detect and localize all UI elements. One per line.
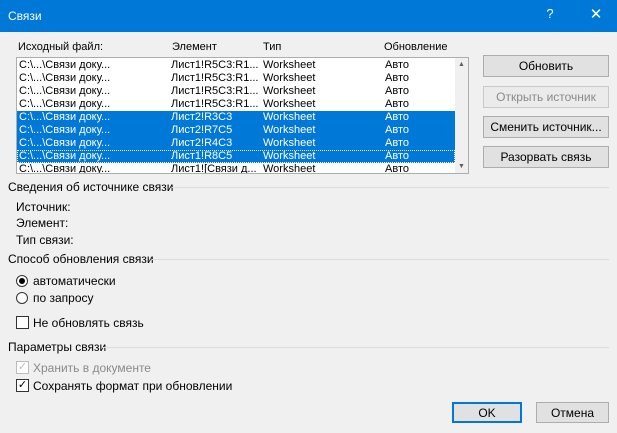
link-params-title: Параметры связи: [8, 340, 107, 354]
file-cell: C:\...\Связи доку...: [19, 163, 111, 174]
change-source-button[interactable]: Сменить источник...: [483, 116, 609, 138]
update-cell: Авто: [385, 150, 409, 162]
no-update-label[interactable]: Не обновлять связь: [33, 316, 144, 330]
type-cell: Worksheet: [263, 124, 316, 136]
update-cell: Авто: [385, 85, 409, 97]
column-header-update[interactable]: Обновление: [384, 41, 448, 53]
file-cell: C:\...\Связи доку...: [19, 111, 111, 123]
table-row[interactable]: C:\...\Связи доку... Лист1!R8C5 Worksheet А…: [17, 150, 455, 163]
column-header-file[interactable]: Исходный файл:: [18, 41, 103, 53]
type-cell: Worksheet: [263, 59, 316, 71]
item-cell: Лист1!R8C5: [171, 150, 233, 162]
radio-selected-dot: [19, 278, 25, 284]
close-icon[interactable]: ✕: [586, 5, 606, 23]
table-row[interactable]: C:\...\Связи доку... Лист2!R3C3 Worksheet А…: [17, 111, 455, 124]
file-cell: C:\...\Связи доку...: [19, 72, 111, 84]
source-info-title: Сведения об источнике связи: [8, 180, 174, 194]
item-cell: Лист2!R7C5: [171, 124, 233, 136]
source-info-divider: [172, 187, 609, 188]
source-label: Источник:: [16, 200, 71, 214]
item-cell: Лист1!R5C3:R1...: [171, 72, 259, 84]
store-in-document-checkbox: ✓: [16, 361, 29, 374]
title-bar: Связи ? ✕: [0, 0, 617, 32]
file-cell: C:\...\Связи доку...: [19, 124, 111, 136]
type-cell: Worksheet: [263, 137, 316, 149]
update-button[interactable]: Обновить: [483, 55, 609, 77]
link-params-divider: [102, 347, 609, 348]
update-cell: Авто: [385, 163, 409, 174]
scroll-down-icon[interactable]: ▼: [455, 160, 468, 173]
item-cell: Лист1!R5C3:R1...: [171, 59, 259, 71]
automatic-radio[interactable]: [16, 275, 28, 287]
update-cell: Авто: [385, 111, 409, 123]
break-link-button[interactable]: Разорвать связь: [483, 146, 609, 168]
manual-label[interactable]: по запросу: [33, 291, 94, 305]
keep-format-label[interactable]: Сохранять формат при обновлении: [33, 379, 232, 393]
ok-button[interactable]: OK: [452, 402, 522, 423]
table-row[interactable]: C:\...\Связи доку... Лист1!R5C3:R1... Work…: [17, 72, 455, 85]
help-icon[interactable]: ?: [540, 6, 560, 21]
item-label: Элемент:: [16, 216, 69, 230]
item-cell: Лист1![Связи д...: [171, 163, 257, 174]
column-header-item[interactable]: Элемент: [172, 41, 217, 53]
automatic-label[interactable]: автоматически: [33, 274, 116, 288]
type-cell: Worksheet: [263, 85, 316, 97]
column-header-type[interactable]: Тип: [263, 41, 281, 53]
update-cell: Авто: [385, 98, 409, 110]
list-scrollbar[interactable]: ▲ ▼: [455, 58, 468, 173]
update-cell: Авто: [385, 124, 409, 136]
update-method-title: Способ обновления связи: [8, 252, 154, 266]
file-cell: C:\...\Связи доку...: [19, 85, 111, 97]
type-cell: Worksheet: [263, 72, 316, 84]
table-row[interactable]: C:\...\Связи доку... Лист1!R5C3:R1... Work…: [17, 85, 455, 98]
table-row[interactable]: C:\...\Связи доку... Лист2!R7C5 Worksheet А…: [17, 124, 455, 137]
link-type-label: Тип связи:: [16, 233, 74, 247]
table-row[interactable]: C:\...\Связи доку... Лист1!R5C3:R1... Work…: [17, 59, 455, 72]
scroll-up-icon[interactable]: ▲: [455, 58, 468, 71]
item-cell: Лист2!R3C3: [171, 111, 233, 123]
type-cell: Worksheet: [263, 111, 316, 123]
table-row[interactable]: C:\...\Связи доку... Лист2!R4C3 Worksheet А…: [17, 137, 455, 150]
keep-format-checkbox[interactable]: ✓: [16, 379, 29, 392]
type-cell: Worksheet: [263, 163, 316, 174]
links-list[interactable]: C:\...\Связи доку... Лист1![Связи д... Wor…: [16, 57, 469, 174]
update-method-divider: [152, 259, 609, 260]
dialog-title: Связи: [8, 9, 42, 23]
manual-radio[interactable]: [16, 292, 28, 304]
file-cell: C:\...\Связи доку...: [19, 150, 111, 162]
file-cell: C:\...\Связи доку...: [19, 59, 111, 71]
item-cell: Лист1!R5C3:R1...: [171, 85, 259, 97]
type-cell: Worksheet: [263, 150, 316, 162]
item-cell: Лист2!R4C3: [171, 137, 233, 149]
no-update-checkbox[interactable]: [16, 316, 29, 329]
table-row[interactable]: C:\...\Связи доку... Лист1![Связи д... Wor…: [17, 163, 455, 174]
cancel-button[interactable]: Отмена: [536, 402, 609, 423]
table-row[interactable]: C:\...\Связи доку... Лист1!R5C3:R1... Work…: [17, 98, 455, 111]
type-cell: Worksheet: [263, 98, 316, 110]
file-cell: C:\...\Связи доку...: [19, 137, 111, 149]
update-cell: Авто: [385, 72, 409, 84]
update-cell: Авто: [385, 59, 409, 71]
open-source-button: Открыть источник: [483, 86, 609, 108]
file-cell: C:\...\Связи доку...: [19, 98, 111, 110]
update-cell: Авто: [385, 137, 409, 149]
item-cell: Лист1!R5C3:R1...: [171, 98, 259, 110]
store-in-document-label: Хранить в документе: [33, 361, 151, 375]
